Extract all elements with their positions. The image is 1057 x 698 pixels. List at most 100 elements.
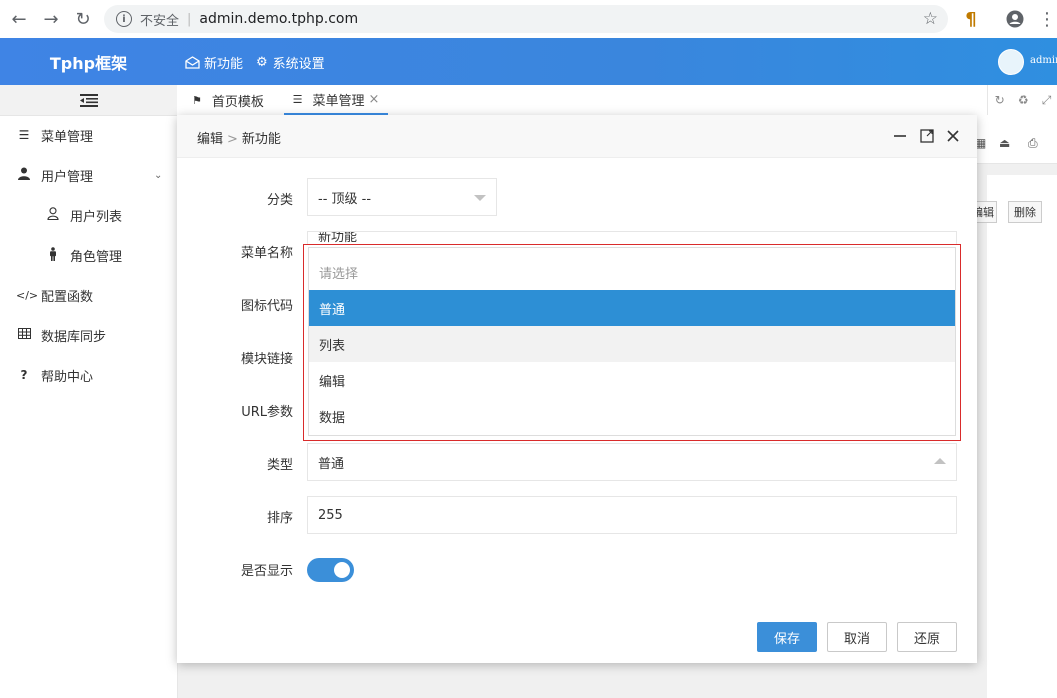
topnav-system-settings-label: 系统设置 xyxy=(272,57,325,72)
topnav-system-settings[interactable]: ⚙ 系统设置 xyxy=(256,53,325,72)
person-standing-icon xyxy=(45,246,61,264)
question-icon: ? xyxy=(20,368,28,382)
menu-name-label: 菜单名称 xyxy=(240,246,293,261)
dropdown-option-normal[interactable]: 普通 xyxy=(309,290,955,326)
extension-icon[interactable]: ¶ xyxy=(960,8,982,30)
url-text[interactable]: admin.demo.tphp.com xyxy=(199,11,358,27)
minimize-icon[interactable] xyxy=(892,128,908,144)
modal-header: 编辑 > 新功能 xyxy=(177,115,977,158)
type-label: 类型 xyxy=(266,458,293,473)
type-value: 普通 xyxy=(318,456,345,472)
address-separator: | xyxy=(187,11,192,27)
info-icon[interactable]: i xyxy=(116,11,132,27)
type-dropdown-list: 请选择 普通 列表 编辑 数据 xyxy=(308,247,956,436)
brand-logo[interactable]: Tphp框架 xyxy=(0,38,177,85)
caret-up-icon xyxy=(934,458,946,464)
category-label: 分类 xyxy=(266,193,293,208)
sidebar-item-label: 数据库同步 xyxy=(41,329,107,345)
flag-icon: ⚑ xyxy=(192,93,202,107)
sidebar-item-label: 菜单管理 xyxy=(41,129,94,145)
category-select[interactable]: -- 顶级 -- xyxy=(307,178,497,216)
content-toolbar: ▦ ⏏ ⎙ xyxy=(975,115,1057,164)
module-link-label: 模块链接 xyxy=(240,352,293,367)
reset-button[interactable]: 还原 xyxy=(897,622,957,652)
indent-icon xyxy=(79,93,98,107)
browser-toolbar: ← → ↻ i 不安全 | admin.demo.tphp.com ☆ ¶ ⋮ xyxy=(0,0,1057,39)
star-icon[interactable]: ☆ xyxy=(923,9,938,29)
save-button[interactable]: 保存 xyxy=(757,622,817,652)
sidebar: ☰ 菜单管理 用户管理 ⌄ 用户列表 角色管理 </> 配置函数 数据库同步 ?… xyxy=(0,85,178,698)
sidebar-item-db-sync[interactable]: 数据库同步 xyxy=(0,315,177,355)
menu-lines-icon: ☰ xyxy=(292,92,303,106)
page-content: ▦ ⏏ ⎙ 编辑 删除 xyxy=(969,115,1057,698)
delete-button[interactable]: 删除 xyxy=(1008,201,1042,223)
sidebar-item-user-management[interactable]: 用户管理 ⌄ xyxy=(0,155,177,195)
close-icon[interactable] xyxy=(945,128,961,144)
sort-input[interactable]: 255 xyxy=(307,496,957,534)
topnav-new-feature[interactable]: 新功能 xyxy=(185,53,243,72)
sidebar-item-role-management[interactable]: 角色管理 xyxy=(0,235,177,275)
reload-icon[interactable]: ↻ xyxy=(72,8,94,30)
app-header: Tphp框架 新功能 ⚙ 系统设置 admin xyxy=(0,38,1057,85)
menu-lines-icon: ☰ xyxy=(18,128,30,142)
envelope-open-icon xyxy=(185,56,200,69)
sidebar-item-menu-management[interactable]: ☰ 菜单管理 xyxy=(0,115,177,155)
address-bar[interactable]: i 不安全 | admin.demo.tphp.com ☆ xyxy=(104,5,948,33)
content-table xyxy=(987,175,1057,698)
back-arrow-icon[interactable]: ← xyxy=(8,8,30,30)
tab-label: 首页模板 xyxy=(211,94,264,110)
sidebar-item-label: 配置函数 xyxy=(41,289,94,305)
tabs-bar: ⚑ 首页模板 ☰ 菜单管理 × ↻ ♻ ⤢ xyxy=(177,85,1057,116)
type-select[interactable]: 普通 xyxy=(307,443,957,481)
toggle-knob xyxy=(334,562,350,578)
sort-value: 255 xyxy=(318,507,343,523)
cancel-button[interactable]: 取消 xyxy=(827,622,887,652)
table-icon xyxy=(16,328,32,342)
sort-label: 排序 xyxy=(266,511,293,526)
sidebar-collapse-button[interactable] xyxy=(0,85,177,116)
type-dropdown-highlight: 请选择 普通 列表 编辑 数据 xyxy=(303,244,961,441)
recycle-icon[interactable]: ♻ xyxy=(1018,93,1029,107)
sidebar-item-label: 角色管理 xyxy=(70,249,123,265)
tab-label: 菜单管理 xyxy=(312,93,365,109)
menu-name-value: 新功能 xyxy=(318,231,358,245)
export-icon[interactable]: ⏏ xyxy=(999,136,1010,150)
sidebar-item-label: 用户列表 xyxy=(70,209,123,225)
sidebar-item-user-list[interactable]: 用户列表 xyxy=(0,195,177,235)
show-label: 是否显示 xyxy=(240,564,293,579)
breadcrumb-parent: 编辑 xyxy=(197,132,224,147)
user-name[interactable]: admin xyxy=(1030,55,1057,66)
dropdown-placeholder[interactable]: 请选择 xyxy=(309,254,955,290)
close-icon[interactable]: × xyxy=(368,92,379,107)
breadcrumb-current: 新功能 xyxy=(241,132,281,147)
category-value: -- 顶级 -- xyxy=(318,191,372,207)
show-toggle[interactable] xyxy=(307,558,354,582)
breadcrumb-separator: > xyxy=(227,132,238,147)
icon-code-label: 图标代码 xyxy=(240,299,293,314)
topnav-new-feature-label: 新功能 xyxy=(204,57,244,72)
forward-arrow-icon[interactable]: → xyxy=(40,8,62,30)
refresh-icon[interactable]: ↻ xyxy=(995,93,1005,107)
avatar[interactable] xyxy=(998,49,1024,75)
dropdown-option-data[interactable]: 数据 xyxy=(309,398,955,434)
dropdown-option-edit[interactable]: 编辑 xyxy=(309,362,955,398)
chevron-down-icon: ⌄ xyxy=(154,169,163,181)
user-icon xyxy=(16,167,32,183)
account-icon[interactable] xyxy=(1004,8,1026,30)
code-icon: </> xyxy=(16,288,39,302)
sidebar-item-label: 帮助中心 xyxy=(41,369,94,385)
more-vert-icon[interactable]: ⋮ xyxy=(1036,8,1057,30)
caret-down-icon xyxy=(474,195,486,201)
tab-tools: ↻ ♻ ⤢ xyxy=(987,85,1057,115)
tab-home-template[interactable]: ⚑ 首页模板 xyxy=(192,85,264,115)
url-param-label: URL参数 xyxy=(241,405,293,420)
sidebar-item-help-center[interactable]: ? 帮助中心 xyxy=(0,355,177,395)
dropdown-option-list[interactable]: 列表 xyxy=(309,326,955,362)
sidebar-item-label: 用户管理 xyxy=(41,169,94,185)
sidebar-item-config-functions[interactable]: </> 配置函数 xyxy=(0,275,177,315)
fullscreen-icon[interactable]: ⤢ xyxy=(1042,93,1052,108)
print-icon[interactable]: ⎙ xyxy=(1028,136,1038,151)
maximize-icon[interactable] xyxy=(919,128,935,144)
tab-menu-management[interactable]: ☰ 菜单管理 × xyxy=(284,85,388,115)
insecure-label: 不安全 xyxy=(140,13,180,29)
